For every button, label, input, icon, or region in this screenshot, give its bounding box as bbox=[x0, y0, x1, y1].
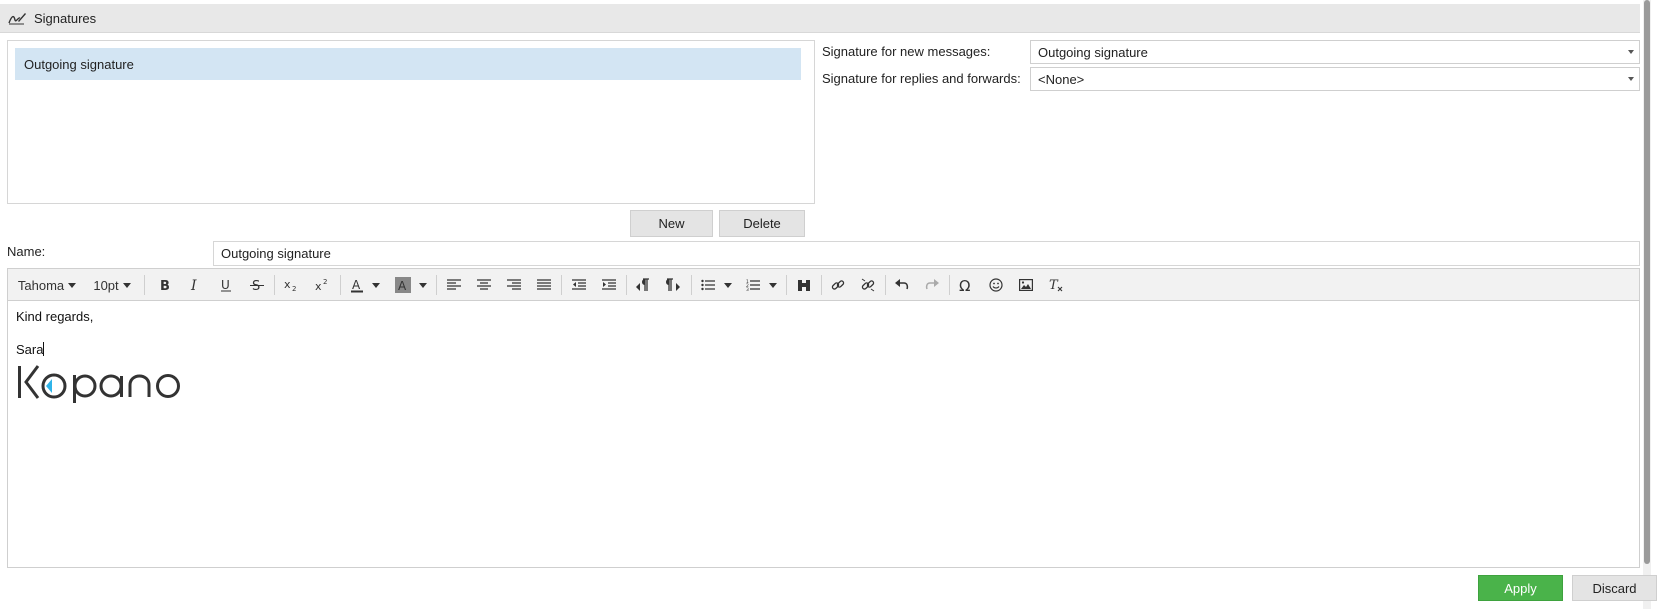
toolbar-divider bbox=[885, 275, 886, 295]
editor-toolbar: Tahoma 10pt B I U S x2 x2 A A 1 2 3 Ω T bbox=[8, 269, 1639, 301]
unlink-icon[interactable] bbox=[855, 272, 881, 298]
new-messages-row: Signature for new messages: bbox=[822, 44, 990, 59]
toolbar-divider bbox=[340, 275, 341, 295]
svg-text:x: x bbox=[284, 278, 291, 291]
replies-forwards-row: Signature for replies and forwards: bbox=[822, 71, 1021, 86]
signatures-settings-page: Signatures Outgoing signature Signature … bbox=[0, 0, 1667, 609]
bullet-list-icon[interactable] bbox=[696, 272, 736, 298]
chevron-down-icon bbox=[768, 282, 777, 288]
signature-editor: Tahoma 10pt B I U S x2 x2 A A 1 2 3 Ω T … bbox=[7, 268, 1640, 568]
superscript-icon[interactable]: x2 bbox=[309, 272, 335, 298]
signature-list: Outgoing signature bbox=[7, 40, 815, 204]
clear-format-icon[interactable]: T bbox=[1043, 272, 1069, 298]
link-icon[interactable] bbox=[825, 272, 851, 298]
toolbar-divider bbox=[821, 275, 822, 295]
toolbar-divider bbox=[274, 275, 275, 295]
svg-text:Ω: Ω bbox=[959, 278, 970, 292]
toolbar-divider bbox=[949, 275, 950, 295]
font-size-select[interactable]: 10pt bbox=[91, 272, 133, 298]
align-center-icon[interactable] bbox=[471, 272, 497, 298]
chevron-down-icon bbox=[122, 282, 131, 288]
replies-forwards-signature-select[interactable]: <None> bbox=[1030, 67, 1640, 91]
indent-icon[interactable] bbox=[596, 272, 622, 298]
chevron-down-icon[interactable] bbox=[1623, 68, 1639, 90]
signature-pen-icon bbox=[8, 10, 28, 26]
outdent-icon[interactable] bbox=[566, 272, 592, 298]
name-input-value: Outgoing signature bbox=[221, 246, 331, 261]
replies-forwards-label: Signature for replies and forwards: bbox=[822, 71, 1021, 86]
signatures-header: Signatures bbox=[0, 4, 1640, 33]
vertical-scrollbar[interactable] bbox=[1643, 0, 1651, 609]
scrollbar-thumb[interactable] bbox=[1644, 0, 1650, 564]
align-left-icon[interactable] bbox=[441, 272, 467, 298]
redo-icon[interactable] bbox=[919, 272, 945, 298]
svg-text:U: U bbox=[221, 278, 230, 292]
replies-forwards-signature-value: <None> bbox=[1038, 71, 1085, 87]
special-char-icon[interactable]: Ω bbox=[953, 272, 979, 298]
emoticon-icon[interactable] bbox=[983, 272, 1009, 298]
chevron-down-icon bbox=[419, 282, 427, 288]
toolbar-divider bbox=[144, 275, 145, 295]
chevron-down-icon[interactable] bbox=[1623, 41, 1639, 63]
background-color-icon[interactable]: A bbox=[391, 272, 431, 298]
underline-icon[interactable]: U bbox=[213, 272, 239, 298]
align-right-icon[interactable] bbox=[501, 272, 527, 298]
toolbar-divider bbox=[786, 275, 787, 295]
signature-list-item-label: Outgoing signature bbox=[24, 56, 134, 72]
image-icon[interactable] bbox=[1013, 272, 1039, 298]
apply-button[interactable]: Apply bbox=[1478, 575, 1563, 601]
ltr-icon[interactable] bbox=[630, 272, 656, 298]
new-messages-signature-value: Outgoing signature bbox=[1038, 44, 1148, 60]
discard-button[interactable]: Discard bbox=[1572, 575, 1657, 601]
subscript-icon[interactable]: x2 bbox=[278, 272, 304, 298]
svg-text:B: B bbox=[160, 279, 170, 292]
svg-text:I: I bbox=[190, 278, 197, 292]
name-label: Name: bbox=[7, 244, 46, 259]
text-cursor bbox=[43, 342, 45, 356]
toolbar-divider bbox=[691, 275, 692, 295]
font-family-select[interactable]: Tahoma bbox=[16, 272, 78, 298]
page-title: Signatures bbox=[34, 10, 97, 26]
signature-list-item[interactable]: Outgoing signature bbox=[15, 48, 801, 80]
new-messages-label: Signature for new messages: bbox=[822, 44, 991, 59]
delete-signature-button[interactable]: Delete bbox=[719, 210, 805, 237]
font-size-value: 10pt bbox=[93, 277, 119, 293]
toolbar-divider bbox=[436, 275, 437, 295]
new-signature-button[interactable]: New bbox=[630, 210, 713, 237]
strikethrough-icon[interactable]: S bbox=[244, 272, 270, 298]
numbered-list-icon[interactable]: 123 bbox=[741, 272, 781, 298]
svg-text:x: x bbox=[315, 280, 322, 292]
signature-line-2-text: Sara bbox=[16, 342, 44, 357]
rtl-icon[interactable] bbox=[660, 272, 686, 298]
svg-text:T: T bbox=[1049, 278, 1059, 292]
signature-line-1: Kind regards, bbox=[16, 309, 94, 324]
text-color-icon[interactable]: A bbox=[345, 272, 385, 298]
svg-text:2: 2 bbox=[292, 285, 296, 292]
align-justify-icon[interactable] bbox=[531, 272, 557, 298]
font-family-value: Tahoma bbox=[17, 277, 65, 293]
bold-icon[interactable]: B bbox=[151, 272, 177, 298]
italic-icon[interactable]: I bbox=[182, 272, 208, 298]
signature-line-2: Sara bbox=[16, 342, 45, 357]
undo-icon[interactable] bbox=[889, 272, 915, 298]
toolbar-divider bbox=[626, 275, 627, 295]
svg-text:A: A bbox=[352, 278, 361, 292]
find-replace-icon[interactable] bbox=[791, 272, 817, 298]
svg-text:3: 3 bbox=[746, 287, 749, 291]
toolbar-divider bbox=[561, 275, 562, 295]
name-input[interactable]: Outgoing signature bbox=[213, 241, 1640, 266]
svg-text:A: A bbox=[398, 279, 407, 293]
chevron-down-icon bbox=[68, 282, 77, 288]
chevron-down-icon bbox=[723, 282, 732, 288]
new-messages-signature-select[interactable]: Outgoing signature bbox=[1030, 40, 1640, 64]
chevron-down-icon bbox=[372, 282, 380, 288]
kopano-logo-image bbox=[16, 363, 182, 406]
svg-text:2: 2 bbox=[323, 278, 327, 286]
